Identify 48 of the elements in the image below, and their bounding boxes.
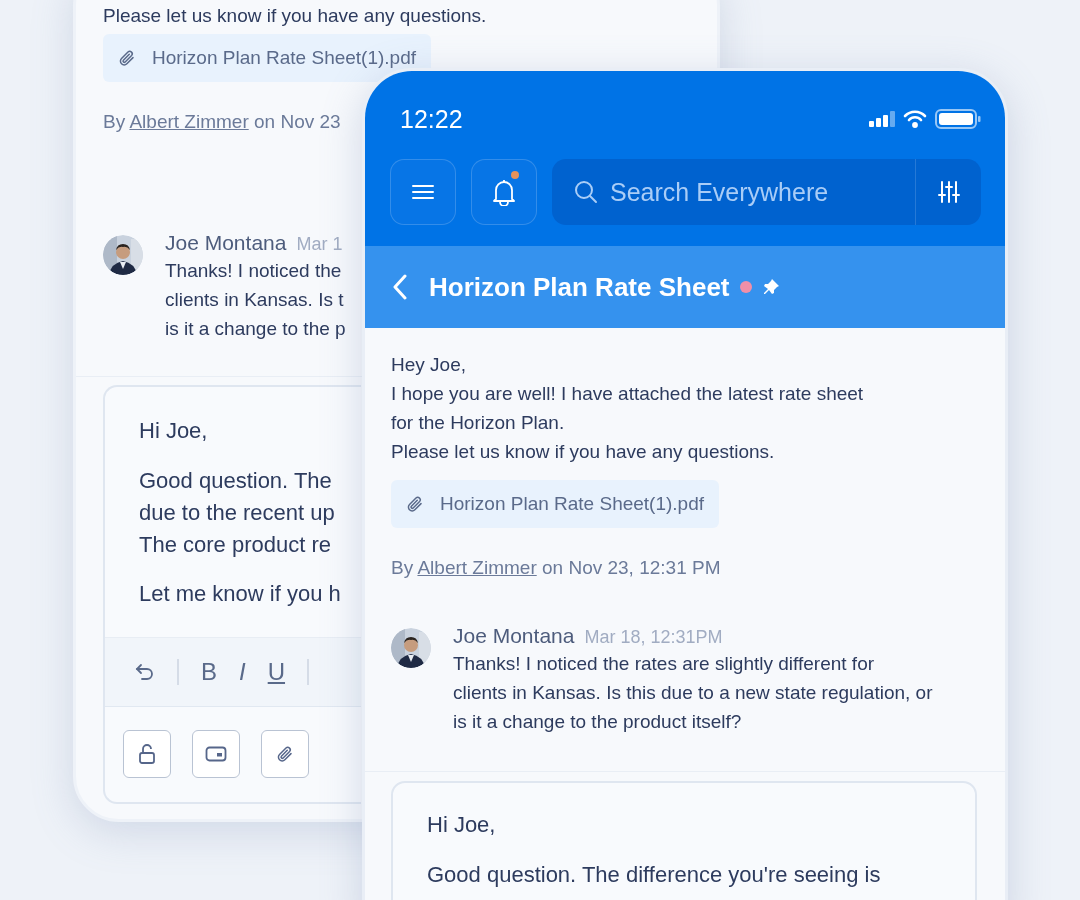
action-button[interactable] xyxy=(123,730,171,778)
attachment-chip[interactable]: Horizon Plan Rate Sheet(1).pdf xyxy=(391,480,720,528)
menu-button[interactable] xyxy=(390,159,456,225)
search-bar[interactable]: Search Everywhere xyxy=(552,159,981,225)
format-button[interactable]: B xyxy=(201,658,217,686)
action-button[interactable] xyxy=(261,730,309,778)
attachment-chip[interactable]: Horizon Plan Rate Sheet(1).pdf xyxy=(103,34,432,82)
author-name: Joe Montana xyxy=(453,623,575,649)
bell-icon xyxy=(492,178,516,206)
signal-icon xyxy=(869,111,895,127)
reply-editor[interactable]: Hi Joe, Good question. The difference you're seeing is xyxy=(391,781,977,900)
author-link[interactable]: Albert Zimmer xyxy=(417,557,537,578)
notifications-button[interactable] xyxy=(471,159,537,225)
menu-icon xyxy=(412,184,434,200)
author-link[interactable]: Albert Zimmer xyxy=(129,111,249,132)
paperclip-icon xyxy=(406,495,424,513)
padlock-icon xyxy=(138,743,156,765)
format-button[interactable]: U xyxy=(267,658,286,686)
paperclip-icon xyxy=(118,49,136,67)
battery-icon xyxy=(935,109,981,129)
sliders-icon xyxy=(937,181,960,203)
comment-time: Mar 1 xyxy=(296,234,343,255)
undo-button[interactable] xyxy=(135,663,155,681)
message-text: Please let us know if you have any questions. xyxy=(103,4,487,28)
undo-icon xyxy=(135,663,155,681)
message-text: Hey Joe, I hope you are well! I have attached the latest rate sheet for the Horizon Plan. Please let us know if you have any questions. xyxy=(391,353,864,464)
page-title: Horizon Plan Rate Sheet xyxy=(429,271,730,303)
reply-text: Let me know if you h xyxy=(139,580,341,608)
comment-text: Thanks! I noticed the clients in Kansas. Is t is it a change to the p xyxy=(165,259,346,341)
format-button[interactable]: I xyxy=(239,658,246,686)
wifi-icon xyxy=(903,110,927,128)
back-button[interactable] xyxy=(393,274,407,300)
comment-text: Thanks! I noticed the rates are slightly different for clients in Kansas. Is this due to a new state regulation, or is it a change to the product itself? xyxy=(453,652,933,734)
byline: By Albert Zimmer on Nov 23, 12:31 PM xyxy=(391,557,722,579)
reply-text: Good question. The due to the recent up The core product re xyxy=(139,467,335,559)
comment-time: Mar 18, 12:31PM xyxy=(584,627,723,648)
chevron-left-icon xyxy=(393,274,407,300)
status-time: 12:22 xyxy=(400,104,464,134)
reply-text: Good question. The difference you're seeing is xyxy=(427,861,881,889)
action-button[interactable] xyxy=(192,730,240,778)
paperclip-icon xyxy=(276,745,294,763)
author-name: Joe Montana xyxy=(165,230,287,256)
reply-greeting: Hi Joe, xyxy=(139,417,208,445)
wallet-icon xyxy=(205,746,227,762)
reply-greeting: Hi Joe, xyxy=(427,811,496,839)
search-field[interactable]: Search Everywhere xyxy=(598,177,915,207)
search-icon xyxy=(574,180,598,204)
reply-editor[interactable]: Hi Joe, Good question. The due to the recent up The core product re Let me know if you h B I U xyxy=(103,385,361,804)
